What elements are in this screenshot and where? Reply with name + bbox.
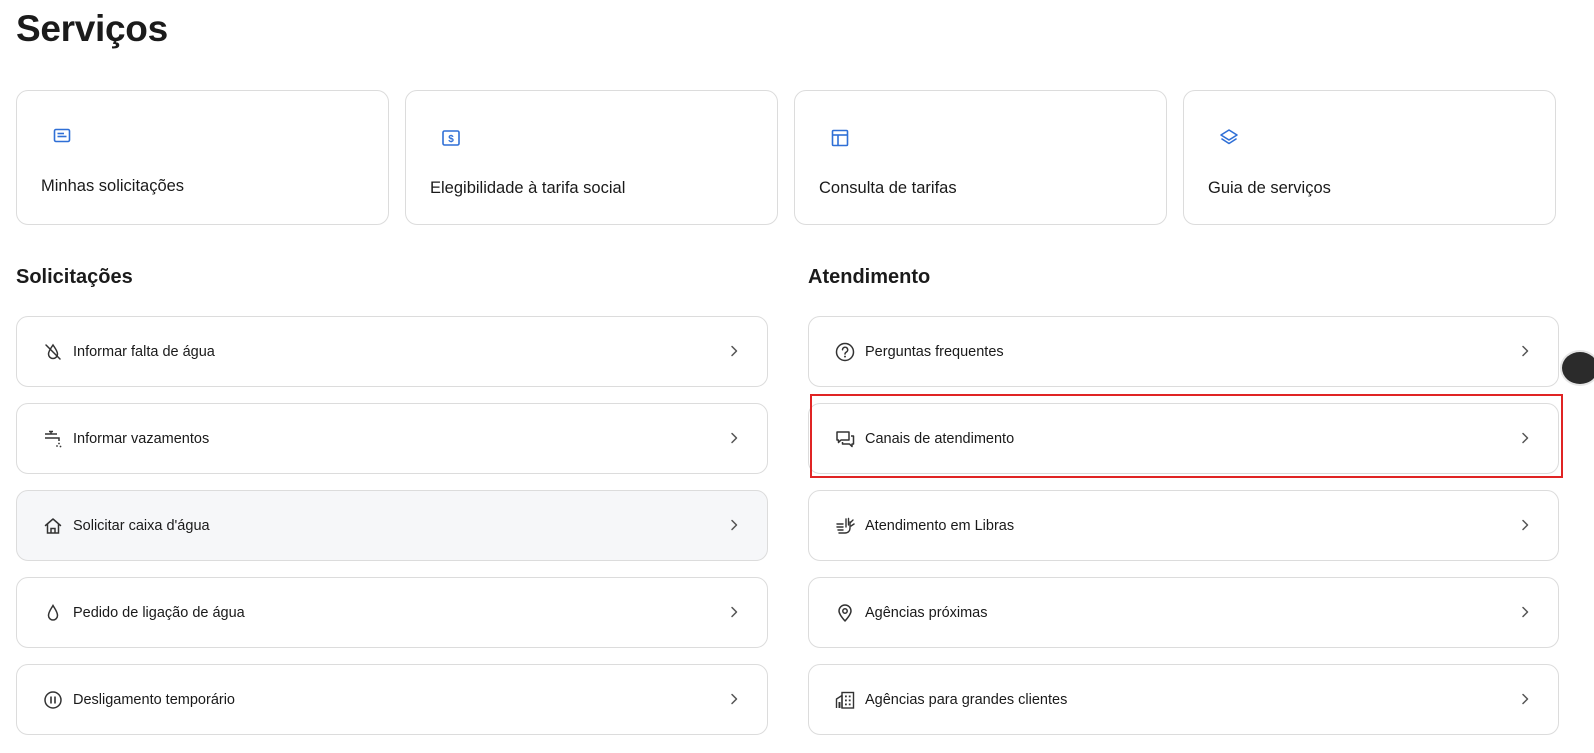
section-title-solicitacoes: Solicitações [16,266,133,288]
list-item-label: Agências para grandes clientes [865,691,1068,708]
solicitacoes-list: Informar falta de água Informar vazament… [16,316,768,735]
chevron-right-icon [1522,693,1529,705]
list-item-desligamento-temporario[interactable]: Desligamento temporário [16,664,768,735]
card-elegibilidade-tarifa-social[interactable]: $ Elegibilidade à tarifa social [405,90,778,225]
chevron-right-icon [731,519,738,531]
chevron-right-icon [1522,345,1529,357]
chevron-right-icon [1522,606,1529,618]
layers-icon [1220,129,1238,145]
list-item-label: Solicitar caixa d'água [73,517,210,534]
chevron-right-icon [731,345,738,357]
card-consulta-tarifas[interactable]: Consulta de tarifas [794,90,1167,225]
card-label: Guia de serviços [1208,179,1331,197]
id-card-icon [53,128,71,143]
card-guia-servicos[interactable]: Guia de serviços [1183,90,1556,225]
house-icon [44,517,62,534]
list-item-label: Canais de atendimento [865,430,1015,447]
list-item-label: Pedido de ligação de água [73,604,245,621]
list-item-atendimento-libras[interactable]: Atendimento em Libras [808,490,1559,561]
list-item-solicitar-caixa-agua[interactable]: Solicitar caixa d'água [16,490,768,561]
chevron-right-icon [731,432,738,444]
quick-access-cards: Minhas solicitações $ Elegibilidade à ta… [16,90,1556,225]
chat-bubbles-icon [836,430,855,447]
card-label: Elegibilidade à tarifa social [430,179,626,197]
pause-circle-icon [44,690,62,709]
list-item-label: Atendimento em Libras [865,517,1015,534]
list-item-agencias-grandes-clientes[interactable]: Agências para grandes clientes [808,664,1559,735]
chevron-right-icon [1522,519,1529,531]
list-item-label: Agências próximas [865,604,988,621]
water-drop-off-icon [45,343,61,360]
table-layout-icon [831,129,849,147]
card-label: Minhas solicitações [41,177,185,195]
floating-action-button[interactable] [1562,352,1594,384]
question-circle-icon [835,342,855,361]
page-title: Serviços [16,8,168,49]
list-item-label: Desligamento temporário [73,691,235,708]
chevron-right-icon [731,693,738,705]
list-item-pedido-ligacao-agua[interactable]: Pedido de ligação de água [16,577,768,648]
money-bill-icon: $ [442,130,460,146]
list-item-perguntas-frequentes[interactable]: Perguntas frequentes [808,316,1559,387]
list-item-canais-atendimento[interactable]: Canais de atendimento [808,403,1559,474]
svg-text:$: $ [448,134,454,145]
card-label: Consulta de tarifas [819,179,957,197]
section-title-atendimento: Atendimento [808,266,931,288]
list-item-informar-vazamentos[interactable]: Informar vazamentos [16,403,768,474]
list-item-label: Informar vazamentos [73,430,210,447]
list-item-label: Perguntas frequentes [865,343,1004,360]
card-minhas-solicitacoes[interactable]: Minhas solicitações [16,90,389,225]
chevron-right-icon [731,606,738,618]
chevron-right-icon [1522,432,1529,444]
list-item-label: Informar falta de água [73,343,215,360]
buildings-icon [835,691,855,709]
list-item-agencias-proximas[interactable]: Agências próximas [808,577,1559,648]
water-drop-icon [47,603,59,621]
faucet-leak-icon [45,430,62,447]
sign-language-hands-icon [836,517,855,534]
map-pin-icon [838,603,852,622]
list-item-informar-falta-agua[interactable]: Informar falta de água [16,316,768,387]
atendimento-list: Perguntas frequentes Canais de atendimen… [808,316,1559,735]
